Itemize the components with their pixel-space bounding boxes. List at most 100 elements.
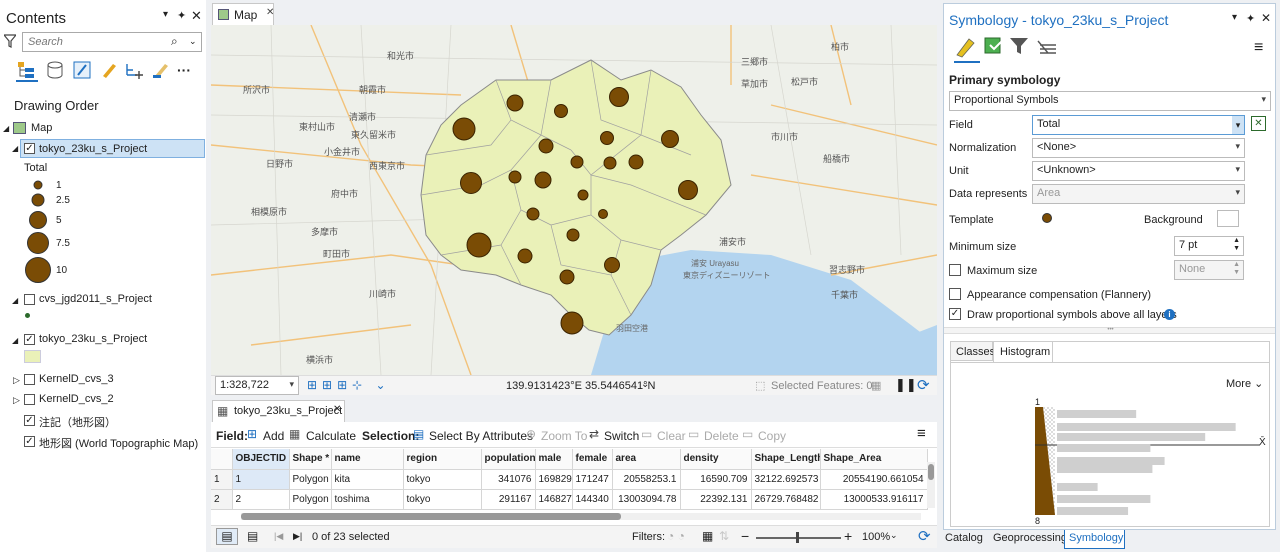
expression-icon[interactable]: ✕ <box>1251 116 1266 131</box>
calculate-button[interactable]: Calculate <box>306 429 356 443</box>
zoom-to-icon[interactable]: ⊕ <box>526 427 536 441</box>
list-by-snapping-icon[interactable] <box>125 61 145 82</box>
row-number[interactable]: 1 <box>211 469 233 490</box>
maximum-size-input[interactable]: None ▲ ▼ <box>1174 260 1244 280</box>
cell[interactable]: kita <box>331 469 404 490</box>
horizontal-scrollbar[interactable] <box>241 513 921 520</box>
symbology-method-dropdown[interactable]: Proportional Symbols ▾ <box>949 91 1271 111</box>
maximum-size-checkbox[interactable] <box>949 264 961 276</box>
spinner-icon[interactable]: ▲ ▼ <box>1233 261 1240 277</box>
cell[interactable]: Polygon <box>289 469 332 490</box>
advanced-symbology-icon[interactable] <box>1036 37 1058 58</box>
template-symbol[interactable] <box>1042 213 1052 223</box>
column-header[interactable]: Shape * <box>289 449 332 470</box>
layer-visibility-checkbox[interactable] <box>24 294 35 305</box>
chevron-down-icon[interactable]: ⌄ <box>890 530 898 541</box>
appearance-compensation-checkbox[interactable] <box>949 288 961 300</box>
layer-name[interactable]: 地形図 (World Topographic Map) <box>39 435 198 451</box>
filter-icons[interactable]: ◔ ◔ <box>667 529 685 543</box>
bottom-tab-geoprocessing[interactable]: Geoprocessing <box>993 532 1067 544</box>
chevron-down-icon[interactable]: ▾ <box>1232 116 1244 134</box>
layer-visibility-checkbox[interactable]: ✓ <box>24 436 35 447</box>
cell[interactable]: 144340 <box>572 489 613 510</box>
cell[interactable]: Polygon <box>289 489 332 510</box>
collapse-arrow-icon[interactable]: ▷ <box>13 395 20 406</box>
layer-name[interactable]: KernelD_cvs_3 <box>39 373 114 385</box>
zoom-to-button[interactable]: Zoom To <box>541 429 587 443</box>
column-header[interactable]: density <box>680 449 752 470</box>
layer-visibility-checkbox[interactable] <box>24 374 35 385</box>
cell[interactable]: 20554190.661054 <box>820 469 928 490</box>
delete-icon[interactable]: ▭ <box>688 427 699 441</box>
map-tab[interactable]: Map ✕ <box>212 3 274 25</box>
last-record-icon[interactable]: ▶| <box>293 531 302 542</box>
layer-name[interactable]: cvs_jgd2011_s_Project <box>39 293 152 305</box>
contents-menu-icon[interactable]: ▾ <box>163 9 168 20</box>
close-icon[interactable]: ✕ <box>191 8 202 24</box>
column-header[interactable]: male <box>535 449 573 470</box>
map-tools-icons[interactable]: ⊞⊞⊞⊹ ⌄ <box>307 378 391 392</box>
list-by-labeling-icon[interactable] <box>152 61 170 82</box>
data-represents-dropdown[interactable]: Area ▾ <box>1032 184 1245 204</box>
layer-visibility-checkbox[interactable]: ✓ <box>24 143 35 154</box>
map-node-label[interactable]: Map <box>31 122 52 134</box>
hamburger-menu-icon[interactable]: ≡ <box>1254 39 1263 57</box>
layer-name[interactable]: tokyo_23ku_s_Project <box>39 333 147 345</box>
expand-arrow-icon[interactable]: ◢ <box>12 336 18 345</box>
calculate-icon[interactable]: ▦ <box>289 427 300 441</box>
bottom-tab-symbology[interactable]: Symbology <box>1064 530 1125 549</box>
map-canvas[interactable] <box>211 25 937 375</box>
info-icon[interactable]: i <box>1164 309 1175 320</box>
switch-selection-button[interactable]: Switch <box>604 429 639 443</box>
sort-icon[interactable]: ⇅ <box>719 529 729 543</box>
pin-icon[interactable]: ✦ <box>1246 12 1255 25</box>
clear-selection-button[interactable]: Clear <box>657 429 686 443</box>
vary-symbology-icon[interactable] <box>982 35 1004 60</box>
background-color-swatch[interactable] <box>1217 210 1239 227</box>
column-header[interactable]: OBJECTID * <box>232 449 290 470</box>
expand-arrow-icon[interactable]: ◢ <box>12 296 18 305</box>
normalization-dropdown[interactable]: <None> ▾ <box>1032 138 1245 158</box>
cell[interactable]: 2 <box>232 489 290 510</box>
cell[interactable]: 1 <box>232 469 290 490</box>
column-header[interactable]: name <box>331 449 404 470</box>
tab-histogram[interactable]: Histogram <box>993 341 1053 362</box>
close-icon[interactable]: ✕ <box>1261 11 1271 25</box>
column-header[interactable]: area <box>612 449 681 470</box>
pin-icon[interactable]: ✦ <box>177 9 186 22</box>
cell[interactable]: 291167 <box>481 489 536 510</box>
list-by-selection-icon[interactable] <box>73 61 91 82</box>
cell[interactable]: toshima <box>331 489 404 510</box>
select-by-attributes-icon[interactable]: ▤ <box>413 427 424 441</box>
minimum-size-input[interactable]: 7 pt ▲ ▼ <box>1174 236 1244 256</box>
chevron-down-icon[interactable]: ⌄ <box>189 36 197 47</box>
splitter[interactable]: ••• <box>944 327 1275 334</box>
row-number[interactable]: 2 <box>211 489 233 510</box>
layer-visibility-checkbox[interactable]: ✓ <box>24 334 35 345</box>
refresh-icon[interactable]: ⟳ <box>917 376 930 394</box>
field-dropdown[interactable]: Total ▾ <box>1032 115 1245 135</box>
field-view-icon[interactable]: ▤ <box>247 529 258 543</box>
unit-dropdown[interactable]: <Unknown> ▾ <box>1032 161 1245 181</box>
primary-symbology-tab-icon[interactable] <box>954 35 980 63</box>
cell[interactable]: 169829 <box>535 469 573 490</box>
zoom-out-icon[interactable]: − <box>741 528 749 544</box>
copy-icon[interactable]: ▭ <box>742 427 753 441</box>
zoom-slider[interactable] <box>756 532 841 543</box>
table-menu-icon[interactable]: ≡ <box>917 425 926 442</box>
tab-classes[interactable]: Classes <box>950 341 995 361</box>
table-icon[interactable]: ▦ <box>871 379 881 392</box>
cell[interactable]: 20558253.1 <box>612 469 681 490</box>
search-input[interactable]: Search ⌕ ⌄ <box>22 32 202 52</box>
chevron-down-icon[interactable]: ⌄ <box>641 379 649 390</box>
add-field-button[interactable]: Add <box>263 429 284 443</box>
column-header[interactable]: female <box>572 449 613 470</box>
table-row[interactable]: 2 2 Polygon toshima tokyo 291167 146827 … <box>211 489 928 510</box>
list-by-source-icon[interactable] <box>46 61 64 82</box>
add-field-icon[interactable]: ⊞ <box>247 427 257 441</box>
zoom-in-icon[interactable]: + <box>844 528 852 544</box>
switch-icon[interactable]: ⇄ <box>589 427 599 441</box>
bottom-tab-catalog[interactable]: Catalog <box>945 532 983 544</box>
pause-icon[interactable]: ❚❚ <box>895 377 917 393</box>
expand-arrow-icon[interactable]: ◢ <box>3 124 9 133</box>
